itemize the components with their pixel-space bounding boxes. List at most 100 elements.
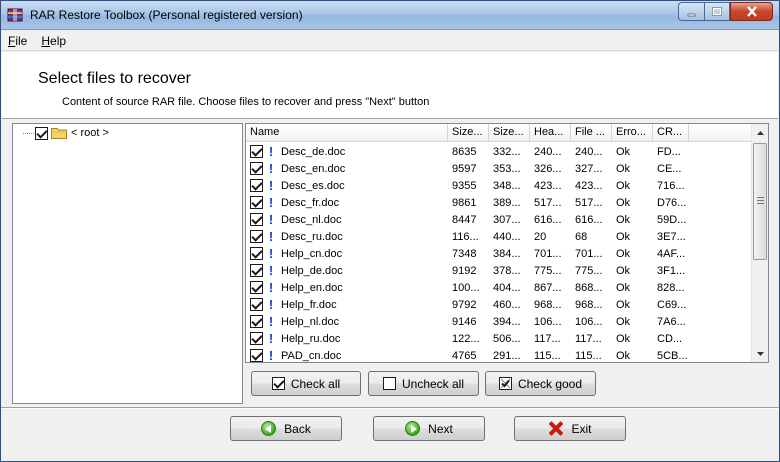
tree-root-node[interactable]: < root > [23, 125, 109, 141]
table-row[interactable]: ! Help_cn.doc 7348 384... 701... 701... Ok 4AF.… [246, 245, 751, 262]
row-checkbox[interactable] [250, 196, 263, 209]
column-header-header[interactable]: Hea... [530, 124, 571, 142]
check-all-button[interactable]: Check all [251, 371, 361, 396]
cell-size: 9597 [452, 162, 477, 175]
column-header-crc[interactable]: CR... [653, 124, 689, 142]
row-checkbox[interactable] [250, 281, 263, 294]
status-marker-icon: ! [268, 246, 274, 261]
scroll-down-button[interactable] [752, 345, 768, 362]
exit-x-icon [548, 421, 563, 436]
check-all-icon [271, 377, 285, 390]
scroll-up-icon [756, 130, 764, 135]
row-checkbox[interactable] [250, 179, 263, 192]
table-row[interactable]: ! PAD_cn.doc 4765 291... 115... 115... Ok 5CB..… [246, 347, 751, 362]
scroll-thumb[interactable] [753, 143, 767, 260]
cell-crc: 3E7... [657, 230, 686, 243]
table-row[interactable]: ! Desc_ru.doc 116... 440... 20 68 Ok 3E7... [246, 228, 751, 245]
minimize-button[interactable] [678, 2, 704, 21]
exit-label: Exit [571, 421, 592, 436]
cell-packed-size: 348... [493, 179, 521, 192]
list-rows: ! Desc_de.doc 8635 332... 240... 240... Ok FD..… [246, 143, 751, 362]
row-checkbox[interactable] [250, 298, 263, 311]
row-checkbox[interactable] [250, 247, 263, 260]
cell-packed-size: 378... [493, 264, 521, 277]
vertical-scrollbar[interactable] [751, 124, 768, 362]
cell-file: 423... [575, 179, 603, 192]
file-name: Help_fr.doc [281, 298, 337, 311]
menu-help[interactable]: Help [34, 34, 73, 48]
cell-size: 8635 [452, 145, 477, 158]
cell-crc: 59D... [657, 213, 687, 226]
row-checkbox[interactable] [250, 213, 263, 226]
column-header-error[interactable]: Erro... [612, 124, 653, 142]
cell-name: ! Help_ru.doc [246, 331, 448, 346]
cell-header: 240... [534, 145, 562, 158]
menu-file-label: ile [15, 33, 28, 48]
cell-error: Ok [616, 247, 631, 260]
cell-size: 122... [452, 332, 480, 345]
table-row[interactable]: ! Desc_de.doc 8635 332... 240... 240... Ok FD..… [246, 143, 751, 160]
check-good-icon [498, 377, 512, 390]
row-checkbox[interactable] [250, 315, 263, 328]
window-title: RAR Restore Toolbox (Personal registered… [30, 8, 303, 22]
cell-size: 9146 [452, 315, 477, 328]
cell-packed-size: 404... [493, 281, 521, 294]
scroll-down-icon [756, 351, 764, 356]
cell-header: 423... [534, 179, 562, 192]
scroll-up-button[interactable] [752, 124, 768, 141]
list-header: Name Size... Size... Hea... File ... Err… [246, 124, 751, 142]
cell-name: ! Help_de.doc [246, 263, 448, 278]
cell-packed-size: 307... [493, 213, 521, 226]
table-row[interactable]: ! Help_fr.doc 9792 460... 968... 968... Ok C69.… [246, 296, 751, 313]
maximize-button[interactable] [704, 2, 730, 21]
check-good-button[interactable]: Check good [485, 371, 596, 396]
close-button[interactable] [730, 2, 773, 21]
cell-name: ! Desc_nl.doc [246, 212, 448, 227]
menu-help-accel: H [41, 33, 51, 48]
row-checkbox[interactable] [250, 349, 263, 362]
table-row[interactable]: ! Desc_es.doc 9355 348... 423... 423... Ok 716.… [246, 177, 751, 194]
folder-tree[interactable]: < root > [12, 123, 243, 404]
cell-error: Ok [616, 196, 631, 209]
cell-packed-size: 353... [493, 162, 521, 175]
tree-root-checkbox[interactable] [35, 126, 48, 140]
status-marker-icon: ! [268, 195, 274, 210]
cell-packed-size: 389... [493, 196, 521, 209]
file-name: Help_nl.doc [281, 315, 340, 328]
cell-name: ! Desc_es.doc [246, 178, 448, 193]
next-button[interactable]: Next [373, 416, 485, 441]
uncheck-all-button[interactable]: Uncheck all [368, 371, 479, 396]
table-row[interactable]: ! Desc_nl.doc 8447 307... 616... 616... Ok 59D.… [246, 211, 751, 228]
wizard-header: Select files to recover Content of sourc… [2, 52, 778, 119]
column-header-packed-size[interactable]: Size... [489, 124, 530, 142]
row-checkbox[interactable] [250, 230, 263, 243]
cell-crc: CD... [657, 332, 683, 345]
row-checkbox[interactable] [250, 145, 263, 158]
row-checkbox[interactable] [250, 332, 263, 345]
cell-size: 4765 [452, 349, 477, 362]
folder-icon [51, 128, 67, 139]
title-bar[interactable]: RAR Restore Toolbox (Personal registered… [1, 1, 779, 30]
row-checkbox[interactable] [250, 264, 263, 277]
back-button[interactable]: Back [230, 416, 342, 441]
table-row[interactable]: ! Help_nl.doc 9146 394... 106... 106... Ok 7A6.… [246, 313, 751, 330]
cell-packed-size: 440... [493, 230, 521, 243]
column-header-name[interactable]: Name [246, 124, 448, 142]
rar-app-icon [7, 8, 23, 22]
table-row[interactable]: ! Help_en.doc 100... 404... 867... 868... Ok 82… [246, 279, 751, 296]
table-row[interactable]: ! Help_de.doc 9192 378... 775... 775... Ok 3F1.… [246, 262, 751, 279]
table-row[interactable]: ! Desc_en.doc 9597 353... 326... 327... Ok CE..… [246, 160, 751, 177]
column-header-size[interactable]: Size... [448, 124, 489, 142]
menu-file[interactable]: File [1, 34, 34, 48]
cell-size: 100... [452, 281, 480, 294]
column-header-file[interactable]: File ... [571, 124, 612, 142]
exit-button[interactable]: Exit [514, 416, 626, 441]
table-row[interactable]: ! Help_ru.doc 122... 506... 117... 117... Ok CD… [246, 330, 751, 347]
status-marker-icon: ! [268, 212, 274, 227]
cell-header: 106... [534, 315, 562, 328]
row-checkbox[interactable] [250, 162, 263, 175]
cell-name: ! Help_fr.doc [246, 297, 448, 312]
table-row[interactable]: ! Desc_fr.doc 9861 389... 517... 517... Ok D76.… [246, 194, 751, 211]
file-list[interactable]: Name Size... Size... Hea... File ... Err… [245, 123, 769, 363]
cell-packed-size: 332... [493, 145, 521, 158]
